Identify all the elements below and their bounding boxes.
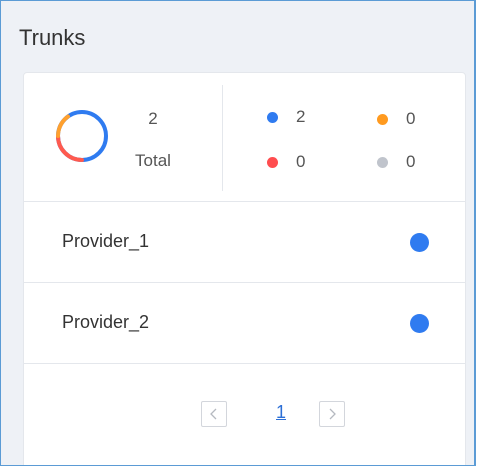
total-count: 2 bbox=[148, 109, 158, 128]
trunk-summary: 2 Total 2 0 0 0 bbox=[24, 73, 465, 202]
chevron-right-icon bbox=[329, 408, 336, 420]
pagination: 1 bbox=[24, 401, 465, 431]
stat-gray-value: 0 bbox=[406, 152, 416, 171]
stat-orange: 0 bbox=[377, 109, 415, 129]
red-status-dot-icon bbox=[267, 156, 278, 168]
status-dot-icon bbox=[410, 233, 429, 252]
prev-page-button[interactable] bbox=[201, 401, 227, 427]
trunks-card: 2 Total 2 0 0 0 Provider_1 Provider_2 1 bbox=[23, 72, 466, 465]
trunk-row-provider-2[interactable]: Provider_2 bbox=[24, 283, 465, 364]
stat-gray: 0 bbox=[377, 152, 415, 172]
trunk-name: Provider_1 bbox=[62, 231, 150, 251]
next-page-button[interactable] bbox=[319, 401, 345, 427]
status-dot-icon bbox=[410, 314, 429, 333]
stat-orange-value: 0 bbox=[406, 109, 416, 128]
summary-divider bbox=[222, 85, 223, 191]
stat-red: 0 bbox=[267, 152, 305, 172]
page-number-link[interactable]: 1 bbox=[276, 402, 286, 423]
trunk-name: Provider_2 bbox=[62, 312, 150, 332]
panel-title: Trunks bbox=[19, 25, 86, 50]
chevron-left-icon bbox=[210, 408, 217, 420]
trunks-panel: Trunks 2 Total 2 0 0 0 Provider_1 Provid… bbox=[0, 0, 476, 466]
trunk-row-provider-1[interactable]: Provider_1 bbox=[24, 202, 465, 283]
stat-blue: 2 bbox=[267, 107, 305, 127]
stat-red-value: 0 bbox=[296, 152, 306, 171]
blue-status-dot-icon bbox=[267, 111, 278, 123]
status-donut-icon bbox=[56, 110, 108, 162]
orange-status-dot-icon bbox=[377, 113, 388, 125]
gray-status-dot-icon bbox=[377, 156, 388, 168]
stat-blue-value: 2 bbox=[296, 107, 306, 126]
total-label: Total bbox=[135, 151, 171, 170]
